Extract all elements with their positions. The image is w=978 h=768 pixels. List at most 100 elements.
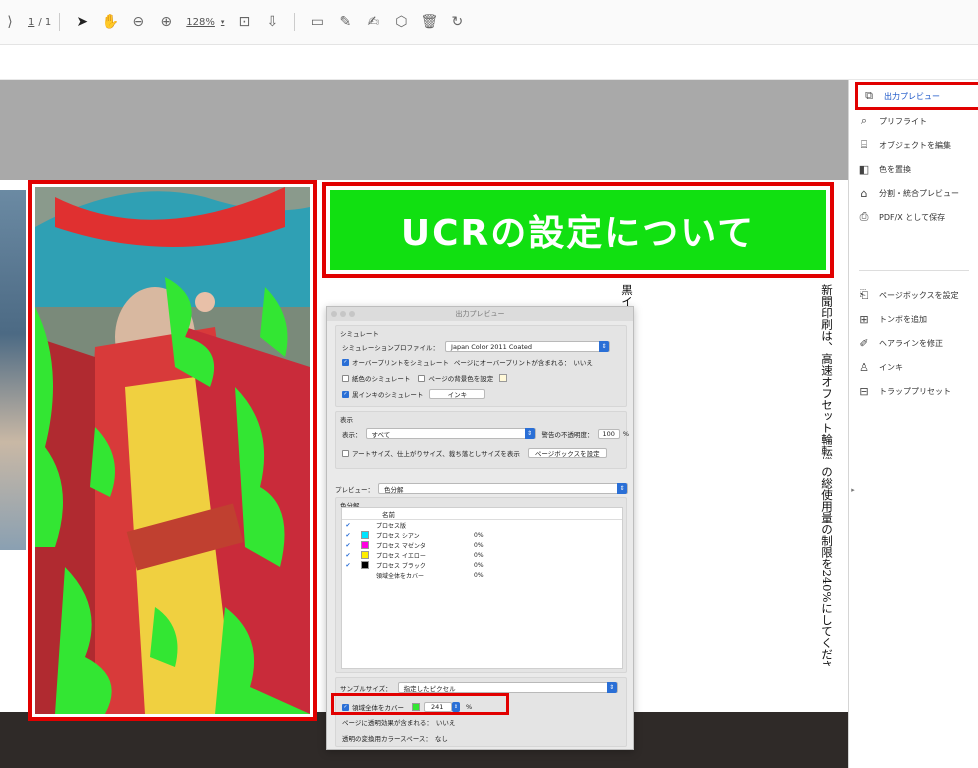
paper-color-label: 紙色のシミュレート bbox=[352, 375, 411, 383]
black-ink-checkbox[interactable]: ✓ bbox=[342, 390, 349, 398]
select-cursor-icon[interactable]: ➤ bbox=[72, 12, 92, 32]
tool-page-box[interactable]: ⎗ ページボックスを設定 bbox=[857, 284, 959, 306]
check-icon[interactable]: ✔ bbox=[342, 542, 354, 549]
save-pdfx-icon: ⎙ bbox=[859, 210, 869, 223]
tool-trap-preset[interactable]: ⊟ トラッププリセット bbox=[857, 380, 951, 402]
page-fit-icon[interactable]: ⊡ bbox=[234, 12, 254, 32]
output-preview-dialog: 出力プレビュー シミュレート シミュレーションプロファイル： Japan Col… bbox=[326, 306, 634, 750]
stamp-icon[interactable]: ⬡ bbox=[391, 12, 411, 32]
warning-opacity-label: 警告の不透明度： bbox=[541, 430, 594, 439]
toolbar: ⟩ 1 / 1 ➤ ✋ ⊖ ⊕ 128% ▾ ⊡ ⇩ ▭ ✎ ✍ ⬡ 🗑 ↻ bbox=[0, 0, 978, 44]
profile-select[interactable]: Japan Color 2011 Coated ⇕ bbox=[445, 341, 611, 352]
rotate-icon[interactable]: ↻ bbox=[447, 12, 467, 32]
acrobat-window: ⟩ 1 / 1 ➤ ✋ ⊖ ⊕ 128% ▾ ⊡ ⇩ ▭ ✎ ✍ ⬡ 🗑 ↻ 新聞… bbox=[0, 0, 978, 768]
show-select[interactable]: すべて ⇕ bbox=[365, 428, 536, 439]
zoom-select[interactable]: 128% ▾ bbox=[186, 17, 224, 28]
preview-value: 色分解 bbox=[384, 485, 404, 494]
tool-label: プリフライト bbox=[879, 116, 927, 126]
plate-value: 0% bbox=[474, 541, 484, 549]
check-icon[interactable]: ✔ bbox=[342, 562, 354, 569]
fix-hairline-icon: ✐ bbox=[859, 336, 869, 350]
check-icon[interactable]: ✔ bbox=[342, 552, 354, 559]
table-header: 名前 bbox=[342, 508, 622, 520]
plate-row-cyan[interactable]: ✔ プロセス シアン 0% bbox=[342, 530, 622, 540]
black-ink-label: 黒インキのシミュレート bbox=[352, 391, 424, 399]
minimize-window-icon[interactable] bbox=[340, 311, 346, 317]
magenta-swatch bbox=[361, 541, 369, 549]
plate-row-process[interactable]: ✔ プロセス版 bbox=[342, 520, 622, 530]
article-title-banner: UCRの設定について bbox=[330, 190, 826, 270]
plate-value: 0% bbox=[474, 531, 484, 539]
tool-label: トラッププリセット bbox=[879, 386, 951, 396]
tool-fix-hairline[interactable]: ✐ ヘアラインを修正 bbox=[857, 332, 943, 354]
tool-edit-object[interactable]: ⌸ オブジェクトを編集 bbox=[857, 134, 951, 156]
blend-space-label: 透明の変換用カラースペース： bbox=[342, 735, 432, 743]
select-arrows-icon: ⇕ bbox=[606, 682, 617, 693]
zoom-in-icon[interactable]: ⊕ bbox=[156, 12, 176, 32]
art-trim-checkbox[interactable] bbox=[342, 449, 349, 457]
select-arrows-icon: ⇕ bbox=[524, 428, 535, 439]
plate-row-magenta[interactable]: ✔ プロセス マゼンタ 0% bbox=[342, 540, 622, 550]
preview-select[interactable]: 色分解 ⇕ bbox=[378, 483, 628, 494]
sample-size-label: サンプルサイズ： bbox=[340, 684, 392, 693]
plate-value: 0% bbox=[474, 551, 484, 559]
prev-page-icon[interactable]: ⟩ bbox=[0, 12, 20, 32]
plate-row-black[interactable]: ✔ プロセス ブラック 0% bbox=[342, 560, 622, 570]
scroll-mode-icon[interactable]: ⇩ bbox=[262, 12, 282, 32]
tool-preflight[interactable]: ⌕ プリフライト bbox=[857, 110, 927, 132]
trash-icon[interactable]: 🗑 bbox=[419, 12, 439, 32]
tool-add-marks[interactable]: ⊞ トンボを追加 bbox=[857, 308, 927, 330]
plate-row-total-coverage[interactable]: 領域全体をカバー 0% bbox=[342, 570, 622, 580]
show-label: 表示： bbox=[342, 430, 362, 439]
plate-name: プロセス シアン bbox=[376, 532, 420, 540]
photo-highlight-frame bbox=[28, 180, 317, 721]
separations-table: 名前 ✔ プロセス版 ✔ プロセス シアン 0% ✔ プロセス マゼンタ 0% ✔ プロセス… bbox=[341, 507, 623, 669]
tools-panel: ⧉ 出力プレビュー ⌕ プリフライト ⌸ オブジェクトを編集 ◧ 色を置換 ⌂ 分割・統合… bbox=[848, 80, 978, 768]
sign-icon[interactable]: ✍ bbox=[363, 12, 383, 32]
tool-label: インキ bbox=[879, 362, 903, 372]
output-preview-icon: ⧉ bbox=[865, 89, 873, 102]
close-window-icon[interactable] bbox=[331, 311, 337, 317]
page-number-input[interactable]: 1 bbox=[28, 17, 34, 28]
zoom-out-icon[interactable]: ⊖ bbox=[128, 12, 148, 32]
tool-save-pdfx[interactable]: ⎙ PDF/X として保存 bbox=[857, 206, 945, 228]
ink-button[interactable]: インキ bbox=[429, 389, 486, 399]
page-box-icon: ⎗ bbox=[859, 288, 869, 301]
overprint-label: オーバープリントをシミュレート bbox=[352, 359, 449, 367]
overprint-checkbox[interactable]: ✓ bbox=[342, 358, 349, 366]
sample-size-value: 指定したピクセル bbox=[403, 684, 456, 693]
tool-replace-color[interactable]: ◧ 色を置換 bbox=[857, 158, 911, 180]
warning-opacity-input[interactable]: 100 bbox=[597, 428, 620, 439]
page-total: / 1 bbox=[38, 16, 52, 28]
select-arrows-icon: ⇕ bbox=[617, 483, 627, 494]
yellow-swatch bbox=[361, 551, 369, 559]
highlight-pen-icon[interactable]: ✎ bbox=[335, 12, 355, 32]
sample-size-select[interactable]: 指定したピクセル ⇕ bbox=[397, 682, 618, 693]
window-controls bbox=[331, 311, 355, 317]
paper-color-checkbox[interactable] bbox=[342, 374, 349, 382]
tool-label: オブジェクトを編集 bbox=[879, 140, 951, 150]
plate-row-yellow[interactable]: ✔ プロセス イエロー 0% bbox=[342, 550, 622, 560]
check-icon[interactable]: ✔ bbox=[342, 522, 354, 529]
page-box-button[interactable]: ページボックスを設定 bbox=[527, 448, 607, 458]
article-column-left: 黒インク、用紙、欄でスペース「編集」「CRは2020図」「New」「JapanY… bbox=[326, 284, 636, 308]
tool-label: ページボックスを設定 bbox=[879, 290, 959, 300]
hand-tool-icon[interactable]: ✋ bbox=[100, 12, 120, 32]
replace-color-icon: ◧ bbox=[858, 162, 870, 176]
tool-ink[interactable]: ♙ インキ bbox=[857, 356, 903, 378]
warning-opacity-percent: % bbox=[622, 429, 630, 438]
page-bg-swatch[interactable] bbox=[499, 374, 508, 382]
comment-icon[interactable]: ▭ bbox=[307, 12, 327, 32]
simulate-heading: シミュレート bbox=[340, 330, 379, 338]
zoom-window-icon[interactable] bbox=[349, 311, 355, 317]
panel-collapse-handle[interactable]: ▸ bbox=[848, 480, 858, 500]
overprint-contains-value: いいえ bbox=[573, 359, 593, 367]
page-bg-checkbox[interactable] bbox=[418, 374, 426, 382]
chevron-down-icon: ▾ bbox=[220, 18, 225, 26]
separation-preview-image bbox=[35, 187, 310, 714]
check-icon[interactable]: ✔ bbox=[342, 532, 354, 539]
zoom-value: 128% bbox=[186, 16, 215, 28]
tool-output-preview[interactable]: ⧉ 出力プレビュー bbox=[855, 82, 978, 110]
dialog-titlebar[interactable]: 出力プレビュー bbox=[327, 307, 633, 321]
tool-flattener-preview[interactable]: ⌂ 分割・統合プレビュー bbox=[857, 182, 960, 204]
